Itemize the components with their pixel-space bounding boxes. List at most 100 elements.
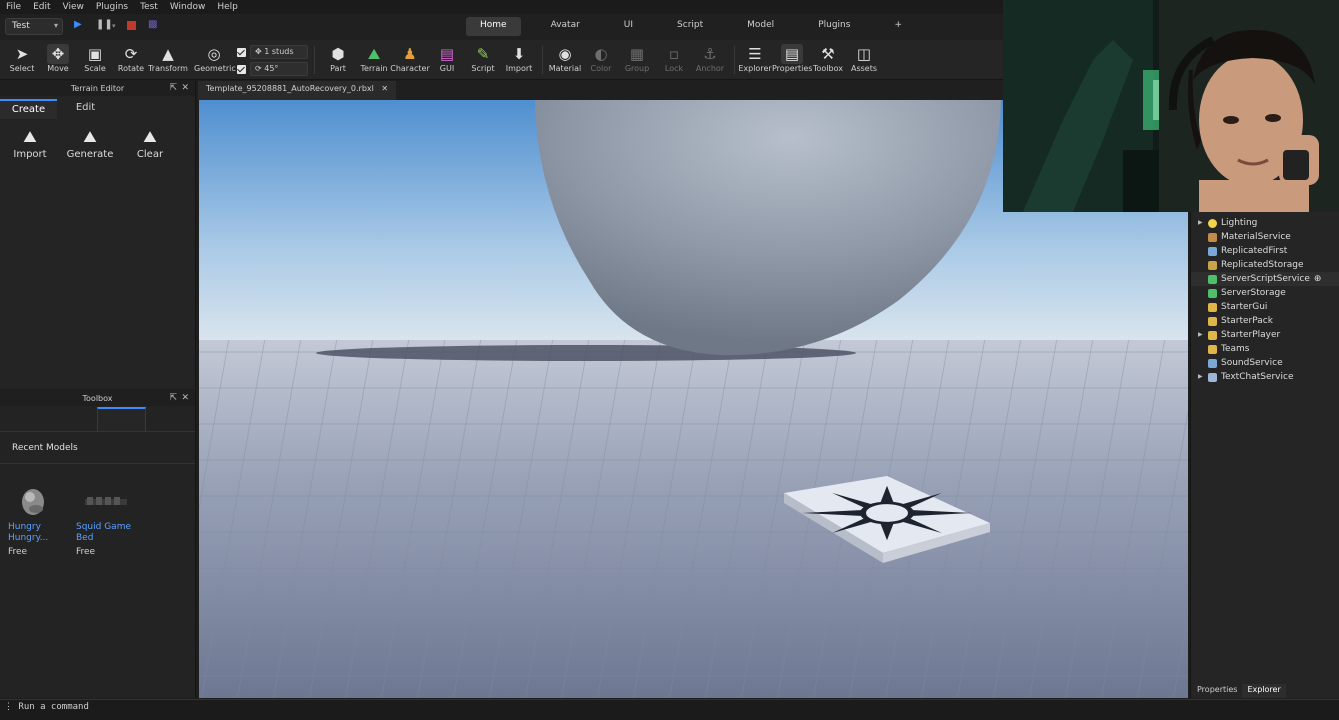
menu-help[interactable]: Help [217,2,238,12]
command-input[interactable]: Run a command [18,702,88,712]
rotate-snap-input[interactable]: ⟳ 45° [250,62,308,76]
lock-button[interactable]: ▫ Lock [654,44,694,73]
character-button[interactable]: ♟ Character [390,44,430,73]
gui-button[interactable]: ▤ GUI [427,44,467,73]
explorer-item-replicatedstorage[interactable]: ReplicatedStorage [1191,258,1339,272]
explorer-item-textchatservice[interactable]: ▶ TextChatService [1191,370,1339,384]
assets-button[interactable]: ◫ Assets [844,44,884,73]
geometric-button[interactable]: ◎ Geometric [194,44,236,73]
model-item[interactable]: Hungry Hungry... Free [8,482,58,557]
rotate-snap-checkbox[interactable] [237,64,246,74]
undock-icon[interactable]: ⇱ [169,391,177,406]
expand-arrow-icon[interactable]: ▶ [1198,370,1203,384]
explorer-item-teams[interactable]: Teams [1191,342,1339,356]
scale-tool-button[interactable]: ▣ Scale [75,44,115,73]
model-thumbnail [76,482,136,522]
pause-icon[interactable]: ❚❚ [96,19,113,30]
move-tool-button[interactable]: ✥ Move [38,44,78,73]
model-name[interactable]: Squid Game Bed [76,522,136,544]
explorer-item-starterplayer[interactable]: ▶ StarterPlayer [1191,328,1339,342]
tab-properties[interactable]: Properties [1192,684,1242,698]
model-name[interactable]: Hungry Hungry... [8,522,58,544]
import-button[interactable]: ⬇ Import [499,44,539,73]
menu-edit[interactable]: Edit [33,2,50,12]
menu-file[interactable]: File [6,2,21,12]
explorer-item-label: ReplicatedStorage [1221,260,1304,270]
toolbox-button[interactable]: ⚒ Toolbox [808,44,848,73]
palette-icon: ◐ [594,45,608,63]
explorer-item-serverscriptservice[interactable]: ServerScriptService ⊕ [1191,272,1339,286]
tab-ui[interactable]: UI [610,17,647,36]
menu-view[interactable]: View [63,2,84,12]
toolbox-active-tab[interactable] [97,407,146,431]
folder-icon [1208,331,1217,340]
menu-window[interactable]: Window [170,2,206,12]
tab-edit[interactable]: Edit [57,99,114,119]
move-snap-checkbox[interactable] [237,47,246,57]
toolbar-divider [542,46,543,74]
explorer-button[interactable]: ☰ Explorer [735,44,775,73]
explorer-item-starterpack[interactable]: StarterPack [1191,314,1339,328]
material-button[interactable]: ◉ Material [545,44,585,73]
explorer-item-replicatedfirst[interactable]: ReplicatedFirst [1191,244,1339,258]
tab-avatar[interactable]: Avatar [537,17,594,36]
color-button[interactable]: ◐ Color [581,44,621,73]
teams-icon [1208,345,1217,354]
client-server-icon[interactable]: ▩ [148,19,157,30]
explorer-item-materialservice[interactable]: MaterialService [1191,230,1339,244]
terrain-button[interactable]: ⛰ Terrain [354,44,394,73]
transform-icon: ▲ [162,45,174,63]
chat-icon [1208,373,1217,382]
model-item[interactable]: Squid Game Bed Free [76,482,136,557]
move-snap: ✥ 1 studs [237,45,308,59]
close-icon[interactable]: ✕ [381,84,388,93]
tab-plugins[interactable]: Plugins [804,17,864,36]
explorer-item-soundservice[interactable]: SoundService [1191,356,1339,370]
tab-create[interactable]: Create [0,99,57,119]
terrain-import-button[interactable]: ⛰ Import [0,127,60,160]
explorer-item-startergui[interactable]: StarterGui [1191,300,1339,314]
terrain-generate-button[interactable]: ⛰ Generate [60,127,120,160]
part-button[interactable]: ⬢ Part [318,44,358,73]
play-icon[interactable]: ▶ [74,19,82,30]
explorer-item-serverstorage[interactable]: ServerStorage [1191,286,1339,300]
expand-arrow-icon[interactable]: ▶ [1198,216,1203,230]
expand-arrow-icon[interactable]: ▶ [1198,328,1203,342]
tab-home[interactable]: Home [466,17,521,36]
mountain-generate-icon: ⛰ [83,127,97,146]
select-tool-button[interactable]: ➤ Select [2,44,42,73]
command-bar[interactable]: ⋮ Run a command [0,699,1339,720]
tab-explorer[interactable]: Explorer [1242,684,1286,698]
group-button[interactable]: ▦ Group [617,44,657,73]
anchor-button[interactable]: ⚓ Anchor [690,44,730,73]
rotate-tool-button[interactable]: ⟳ Rotate [111,44,151,73]
tab-model[interactable]: Model [733,17,788,36]
menu-plugins[interactable]: Plugins [96,2,128,12]
properties-button[interactable]: ▤ Properties [772,44,812,73]
tab-script[interactable]: Script [663,17,717,36]
move-snap-input[interactable]: ✥ 1 studs [250,45,308,59]
close-icon[interactable]: ✕ [181,81,189,96]
document-tab[interactable]: Template_95208881_AutoRecovery_0.rbxl ✕ [198,81,397,100]
menu-test[interactable]: Test [140,2,158,12]
stop-icon[interactable] [127,21,136,30]
folder-icon [1208,303,1217,312]
explorer-item-label: TextChatService [1221,372,1294,382]
model-price: Free [8,547,28,557]
chevron-down-icon[interactable]: ▾ [112,22,116,30]
mode-select[interactable]: Test ▾ [5,18,63,35]
add-child-icon[interactable]: ⊕ [1314,274,1322,284]
undock-icon[interactable]: ⇱ [169,81,177,96]
explorer-item-lighting[interactable]: ▶ Lighting [1191,216,1339,230]
script-button[interactable]: ✎ Script [463,44,503,73]
add-tab-button[interactable]: + [880,17,916,36]
import-icon: ⬇ [512,45,526,63]
rotate-snap-value: 45° [264,64,279,73]
color-label: Color [590,64,612,73]
transform-tool-button[interactable]: ▲ Transform [148,44,188,73]
terrain-clear-button[interactable]: ⛰ Clear [120,127,180,160]
material-label: Material [548,64,582,73]
close-icon[interactable]: ✕ [181,391,189,406]
document-tab-bar: Template_95208881_AutoRecovery_0.rbxl ✕ [198,81,1003,100]
move-icon: ✥ [47,44,69,64]
